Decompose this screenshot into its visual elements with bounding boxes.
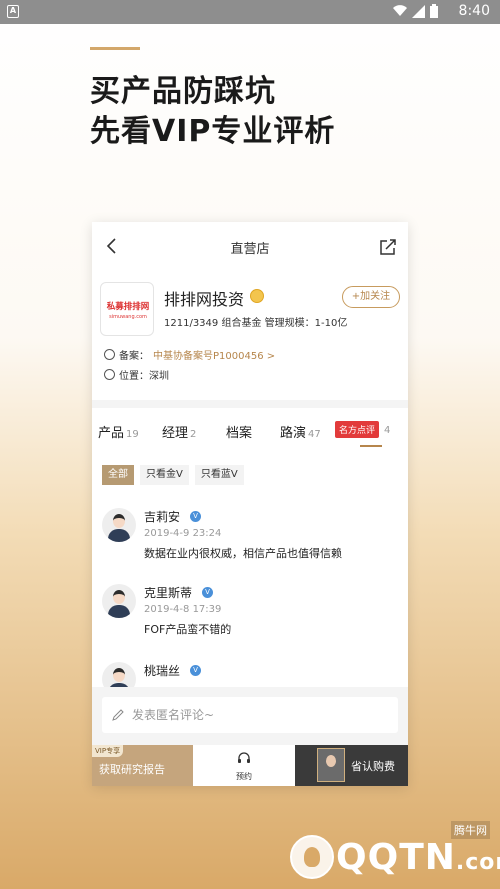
headset-icon — [238, 752, 250, 763]
verified-icon: V — [190, 665, 201, 676]
record-row[interactable]: 备案： 中基协备案号P1000456 > — [104, 347, 275, 362]
tab-managers[interactable]: 经理 2 — [162, 422, 196, 441]
report-label: 获取研究报告 — [99, 763, 165, 776]
logo-brand: 私募排排网 — [106, 302, 150, 312]
verified-icon: V — [190, 511, 201, 522]
bottom-action-bar: VIP专享 获取研究报告 预约 省认购费 — [92, 745, 408, 786]
get-report-button[interactable]: VIP专享 获取研究报告 — [92, 745, 193, 786]
comment-author: 桃瑞丝 — [144, 664, 181, 678]
avatar[interactable] — [102, 508, 136, 542]
location-pin-icon — [104, 369, 115, 380]
filter-all[interactable]: 全部 — [102, 465, 134, 485]
watermark-text: QQTN.com — [336, 837, 500, 878]
comment-text: FOF产品蛮不错的 — [144, 623, 232, 636]
pencil-icon — [112, 709, 124, 721]
company-card: 私募排排网 simuwang.com 排排网投资 +加关注 1211/3349 … — [92, 272, 408, 392]
location-label: 位置： — [119, 371, 149, 382]
comment-input[interactable]: 发表匿名评论~ — [102, 697, 398, 733]
comment-author: 吉莉安 — [144, 510, 181, 524]
filter-chips: 全部 只看金V 只看蓝V — [102, 465, 244, 485]
company-logo: 私募排排网 simuwang.com — [100, 282, 154, 336]
status-bar: A 8:40 — [0, 0, 500, 24]
comment-input-area: 发表匿名评论~ — [92, 687, 408, 745]
record-label: 备案： — [119, 351, 149, 362]
avatar[interactable] — [102, 584, 136, 618]
tab-products[interactable]: 产品 19 — [98, 422, 139, 441]
vip-medal-icon — [250, 289, 264, 303]
filter-blue-v[interactable]: 只看蓝V — [194, 465, 244, 485]
promo-line-1: 买产品防踩坑 — [90, 74, 276, 109]
follow-button[interactable]: +加关注 — [342, 286, 400, 308]
promo-line-2: 先看VIP专业评析 — [90, 114, 336, 149]
watermark: QQTN.com 腾牛网 — [290, 821, 500, 881]
status-time: 8:40 — [458, 3, 490, 19]
top-bar: 直营店 — [92, 222, 408, 272]
comment-item: 克里斯蒂 V 2019-4-8 17:39 FOF产品蛮不错的 — [102, 584, 402, 644]
logo-url: simuwang.com — [109, 314, 147, 320]
tab-reviews-count: 4 — [384, 425, 391, 436]
tab-bar: 产品 19 经理 2 档案 路演 47 名方点评 4 — [92, 418, 408, 452]
watermark-logo-icon — [290, 835, 334, 879]
comment-date: 2019-4-8 17:39 — [144, 604, 222, 615]
comment-text: 数据在业内很权威，相信产品也值得信赖 — [144, 547, 342, 560]
section-divider — [92, 400, 408, 408]
tab-archive[interactable]: 档案 — [226, 422, 254, 441]
vip-exclusive-tag: VIP专享 — [92, 745, 124, 757]
reserve-label: 预约 — [236, 772, 252, 781]
signal-icon — [412, 4, 425, 18]
accent-line — [90, 47, 140, 50]
comment-item: 吉莉安 V 2019-4-9 23:24 数据在业内很权威，相信产品也值得信赖 — [102, 508, 402, 568]
reserve-button[interactable]: 预约 — [193, 745, 295, 786]
tab-indicator — [360, 445, 382, 447]
promo-headline: 买产品防踩坑 先看VIP专业评析 — [90, 72, 335, 152]
phone-screen: 直营店 私募排排网 simuwang.com 排排网投资 +加关注 1211/3… — [92, 222, 408, 786]
wifi-icon — [393, 5, 407, 17]
record-link[interactable]: 中基协备案号P1000456 > — [153, 347, 275, 362]
battery-icon — [430, 4, 438, 18]
advisor-photo — [317, 748, 345, 782]
chevron-circle-icon — [104, 349, 115, 360]
company-stats: 1211/3349 组合基金 管理规模：1-10亿 — [164, 318, 348, 329]
app-notification-icon: A — [7, 5, 19, 18]
avatar[interactable] — [102, 662, 136, 687]
tab-roadshow[interactable]: 路演 47 — [280, 422, 321, 441]
comment-author: 克里斯蒂 — [144, 586, 193, 600]
buy-label: 省认购费 — [351, 760, 395, 773]
watermark-small: 腾牛网 — [451, 821, 490, 839]
location-row: 位置： 深圳 — [104, 367, 169, 382]
buy-button[interactable]: 省认购费 — [295, 745, 408, 786]
comment-date: 2019-4-9 23:24 — [144, 528, 222, 539]
company-name: 排排网投资 — [164, 290, 245, 309]
verified-icon: V — [202, 587, 213, 598]
comment-item: 桃瑞丝 V — [102, 662, 402, 687]
share-icon[interactable] — [378, 237, 398, 257]
filter-gold-v[interactable]: 只看金V — [140, 465, 189, 485]
location-value: 深圳 — [149, 371, 169, 382]
tab-reviews[interactable]: 名方点评 — [335, 421, 380, 438]
page-title: 直营店 — [230, 242, 270, 257]
